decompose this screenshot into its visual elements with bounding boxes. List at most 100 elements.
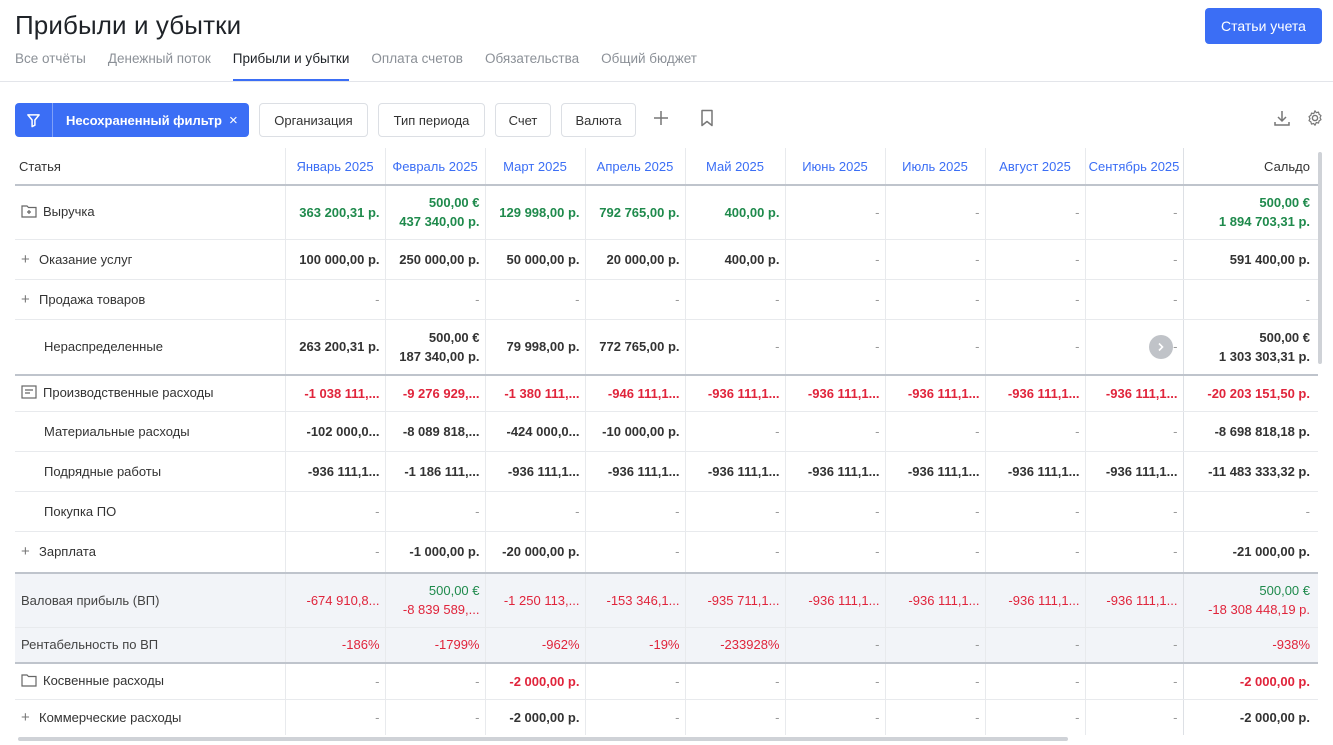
table-cell[interactable]: - [984,279,1085,320]
column-header-month[interactable]: Май 2025 [684,148,785,186]
table-cell[interactable]: - [784,699,885,735]
table-cell[interactable]: -936 111,1... [484,451,585,492]
table-cell[interactable]: -2 000,00 р. [484,662,585,700]
table-cell[interactable]: 792 765,00 р. [584,185,685,240]
table-cell[interactable]: - [984,411,1085,452]
table-cell[interactable]: - [684,699,785,735]
table-cell[interactable]: - [784,319,885,376]
table-cell[interactable]: -946 111,1... [584,374,685,412]
table-cell[interactable]: -936 111,1... [984,451,1085,492]
table-cell[interactable]: - [784,185,885,240]
table-cell[interactable]: - [384,279,485,320]
download-button[interactable] [1268,103,1296,137]
table-cell[interactable]: - [384,491,485,532]
tab-general-budget[interactable]: Общий бюджет [601,48,697,81]
table-cell[interactable]: -936 111,1... [1084,451,1183,492]
table-cell[interactable]: - [784,411,885,452]
table-cell[interactable]: -936 111,1... [784,572,885,628]
table-cell[interactable]: -19% [584,627,685,664]
tab-liabilities[interactable]: Обязательства [485,48,579,81]
settings-button[interactable] [1301,103,1329,137]
tab-cash-flow[interactable]: Денежный поток [108,48,211,81]
table-cell[interactable]: -936 111,1... [784,374,885,412]
table-row[interactable]: Производственные расходы -1 038 111,... -9… [15,374,1318,412]
table-cell[interactable]: - [884,627,985,664]
table-cell[interactable]: - [884,699,985,735]
table-cell[interactable]: 500,00 € 437 340,00 р. [384,185,485,240]
table-cell[interactable]: - [784,239,885,280]
table-cell[interactable]: - [384,662,485,700]
table-cell[interactable]: - [284,279,385,320]
table-cell[interactable]: - [484,491,585,532]
report-table-container[interactable]: Статья Январь 2025 Февраль 2025 Март 2025 А… [15,148,1318,735]
table-cell[interactable]: - [884,239,985,280]
table-cell[interactable]: - [984,239,1085,280]
table-cell[interactable]: -935 711,1... [684,572,785,628]
total-cell[interactable]: -20 203 151,50 р. [1182,374,1318,412]
table-cell[interactable]: -936 111,1... [784,451,885,492]
scroll-right-button[interactable] [1149,335,1173,359]
close-icon[interactable]: × [229,112,238,129]
table-cell[interactable]: - [784,491,885,532]
filter-organization[interactable]: Организация [259,103,368,137]
table-cell[interactable]: - [684,662,785,700]
vertical-scrollbar[interactable] [1318,152,1322,364]
table-row[interactable]: Рентабельность по ВП -186% -1799% -962% -19%… [15,627,1318,664]
table-cell[interactable]: - [884,411,985,452]
tab-profit-loss[interactable]: Прибыли и убытки [232,48,350,81]
table-cell[interactable]: - [784,627,885,664]
expand-plus-icon[interactable]: + [21,709,39,726]
column-header-month[interactable]: Июль 2025 [884,148,985,186]
table-row[interactable]: Материальные расходы -102 000,0... -8 089 … [15,411,1318,452]
filter-currency[interactable]: Валюта [561,103,636,137]
tab-all-reports[interactable]: Все отчёты [15,48,86,81]
table-cell[interactable]: - [884,279,985,320]
table-cell[interactable]: -936 111,1... [584,451,685,492]
table-cell[interactable]: - [984,319,1085,376]
table-cell[interactable]: -936 111,1... [884,451,985,492]
total-cell[interactable]: 591 400,00 р. [1182,239,1318,280]
table-row[interactable]: Покупка ПО - - - - - - - - - - [15,491,1318,532]
table-row[interactable]: Валовая прибыль (ВП) -674 910,8... 500,00 … [15,572,1318,628]
table-cell[interactable]: - [1084,239,1183,280]
table-cell[interactable]: -1 380 111,... [484,374,585,412]
tab-invoice-payment[interactable]: Оплата счетов [371,48,463,81]
table-cell[interactable]: - [884,662,985,700]
total-cell[interactable]: - [1182,279,1318,320]
table-cell[interactable]: -8 089 818,... [384,411,485,452]
table-cell[interactable]: - [284,531,385,574]
total-cell[interactable]: -8 698 818,18 р. [1182,411,1318,452]
total-cell[interactable]: -21 000,00 р. [1182,531,1318,574]
table-cell[interactable]: - [884,319,985,376]
table-cell[interactable]: -102 000,0... [284,411,385,452]
table-cell[interactable]: -1 000,00 р. [384,531,485,574]
table-cell[interactable]: -1 038 111,... [284,374,385,412]
table-cell[interactable]: -936 111,1... [1084,572,1183,628]
table-cell[interactable]: - [584,531,685,574]
table-cell[interactable]: - [284,662,385,700]
table-cell[interactable]: 79 998,00 р. [484,319,585,376]
table-cell[interactable]: 20 000,00 р. [584,239,685,280]
table-cell[interactable]: - [384,699,485,735]
table-cell[interactable]: - [584,699,685,735]
table-cell[interactable]: - [884,185,985,240]
column-header-total[interactable]: Сальдо [1182,148,1318,186]
table-cell[interactable]: -233928% [684,627,785,664]
table-cell[interactable]: -936 111,1... [684,451,785,492]
total-cell[interactable]: 500,00 € 1 303 303,31 р. [1182,319,1318,376]
table-cell[interactable]: 50 000,00 р. [484,239,585,280]
table-cell[interactable]: 100 000,00 р. [284,239,385,280]
table-cell[interactable]: - [684,411,785,452]
table-cell[interactable]: -20 000,00 р. [484,531,585,574]
column-header-item[interactable]: Статья [15,148,285,186]
table-cell[interactable]: -936 111,1... [884,374,985,412]
table-cell[interactable]: 500,00 € -8 839 589,... [384,572,485,628]
table-cell[interactable]: - [984,662,1085,700]
table-row[interactable]: Косвенные расходы - - -2 000,00 р. - - - - - - -2 … [15,662,1318,700]
column-header-month[interactable]: Июнь 2025 [784,148,885,186]
table-cell[interactable]: - [884,491,985,532]
table-cell[interactable]: -1799% [384,627,485,664]
table-cell[interactable]: - [584,279,685,320]
total-cell[interactable]: 500,00 € -18 308 448,19 р. [1182,572,1318,628]
table-cell[interactable]: - [1084,185,1183,240]
